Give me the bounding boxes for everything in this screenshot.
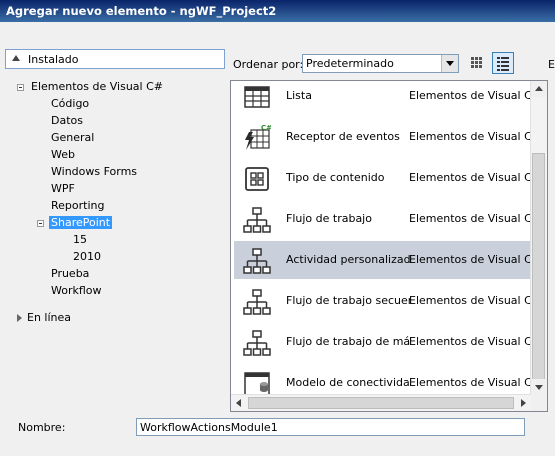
item-name: Flujo de trabajo secuen... — [286, 294, 410, 307]
list-item[interactable]: Flujo de trabajo de máq... Elementos de … — [234, 323, 541, 361]
list-item[interactable]: Tipo de contenido Elementos de Visual C# — [234, 159, 541, 197]
scroll-left-icon[interactable] — [231, 395, 247, 411]
scroll-up-icon[interactable] — [531, 81, 547, 97]
window-title: Agregar nuevo elemento - ngWF_Project2 — [0, 0, 555, 22]
tree-item-reporting[interactable]: Reporting — [51, 199, 104, 212]
template-list: Lista Elementos de Visual C# C# Receptor… — [230, 80, 548, 412]
item-category: Elementos de Visual C# — [409, 89, 541, 102]
item-category: Elementos de Visual C# — [409, 294, 541, 307]
item-name: Tipo de contenido — [286, 171, 385, 184]
tree-root-visual-csharp[interactable]: Elementos de Visual C# — [31, 80, 163, 93]
list-item[interactable]: Lista Elementos de Visual C# — [234, 81, 541, 115]
list-item[interactable]: Flujo de trabajo secuen... Elementos de … — [234, 282, 541, 320]
list-item[interactable]: Flujo de trabajo Elementos de Visual C# — [234, 200, 541, 238]
name-label: Nombre: — [18, 421, 66, 434]
workflow-icon — [243, 207, 271, 233]
tree-item-general[interactable]: General — [51, 131, 94, 144]
scroll-thumb[interactable] — [248, 397, 514, 409]
collapse-arrow-icon[interactable] — [12, 55, 20, 61]
installed-label: Instalado — [28, 53, 79, 66]
list-item[interactable]: C# Receptor de eventos Elementos de Visu… — [234, 118, 541, 156]
template-tree: Elementos de Visual C# Código Datos Gene… — [5, 74, 227, 412]
sort-label: Ordenar por: — [233, 58, 304, 71]
list-view-icon — [497, 57, 509, 71]
item-name: Flujo de trabajo — [286, 212, 372, 225]
item-category: Elementos de Visual C# — [409, 171, 541, 184]
tree-item-datos[interactable]: Datos — [51, 114, 83, 127]
tree-item-web[interactable]: Web — [51, 148, 75, 161]
tree-item-sharepoint[interactable]: SharePoint — [49, 216, 113, 229]
item-category: Elementos de Visual C# — [409, 253, 541, 266]
workflow-icon — [243, 248, 271, 274]
item-category: Elementos de Visual C# — [409, 130, 541, 143]
installed-header[interactable]: Instalado — [5, 49, 225, 69]
list-view-button[interactable] — [492, 52, 514, 74]
item-name: Receptor de eventos — [286, 130, 400, 143]
scroll-corner — [531, 395, 547, 411]
sort-value: Predeterminado — [306, 57, 394, 70]
svg-text:C#: C# — [261, 124, 271, 132]
scroll-down-icon[interactable] — [531, 379, 547, 395]
tree-item-workflow[interactable]: Workflow — [51, 284, 102, 297]
item-category: Elementos de Visual C# — [409, 212, 541, 225]
tree-item-windows-forms[interactable]: Windows Forms — [51, 165, 137, 178]
small-icons-view-button[interactable] — [466, 52, 488, 74]
name-input[interactable] — [136, 418, 525, 436]
tree-item-prueba[interactable]: Prueba — [51, 267, 89, 280]
collapse-icon[interactable] — [17, 84, 24, 91]
collapse-icon[interactable] — [37, 220, 44, 227]
item-category: Elementos de Visual C# — [409, 376, 541, 389]
item-name: Actividad personalizada... — [286, 253, 410, 266]
grid-view-icon — [471, 57, 482, 68]
list-grid-icon — [244, 86, 270, 108]
vertical-scrollbar[interactable] — [530, 81, 547, 395]
tree-item-codigo[interactable]: Código — [51, 97, 89, 110]
item-name: Modelo de conectividad... — [286, 376, 410, 389]
event-receiver-icon: C# — [245, 124, 271, 150]
chevron-down-icon[interactable] — [441, 55, 458, 72]
dialog-body: Instalado Elementos de Visual C# Código … — [0, 22, 555, 456]
tree-item-wpf[interactable]: WPF — [51, 182, 75, 195]
tree-item-en-linea[interactable]: En línea — [27, 311, 71, 324]
sort-select[interactable]: Predeterminado — [302, 54, 459, 73]
item-name: Flujo de trabajo de máq... — [286, 335, 410, 348]
list-item[interactable]: Actividad personalizada... Elementos de … — [234, 241, 541, 279]
expand-arrow-icon[interactable] — [17, 314, 22, 322]
tree-item-sp-2010[interactable]: 2010 — [73, 250, 101, 263]
cutoff-text: E — [548, 58, 555, 71]
horizontal-scrollbar[interactable] — [231, 394, 531, 411]
item-name: Lista — [286, 89, 312, 102]
workflow-icon — [243, 330, 271, 356]
scroll-thumb[interactable] — [532, 153, 545, 393]
scroll-right-icon[interactable] — [515, 395, 531, 411]
tree-item-sp-15[interactable]: 15 — [73, 233, 87, 246]
content-type-icon — [245, 167, 269, 191]
item-category: Elementos de Visual C# — [409, 335, 541, 348]
workflow-icon — [243, 289, 271, 315]
